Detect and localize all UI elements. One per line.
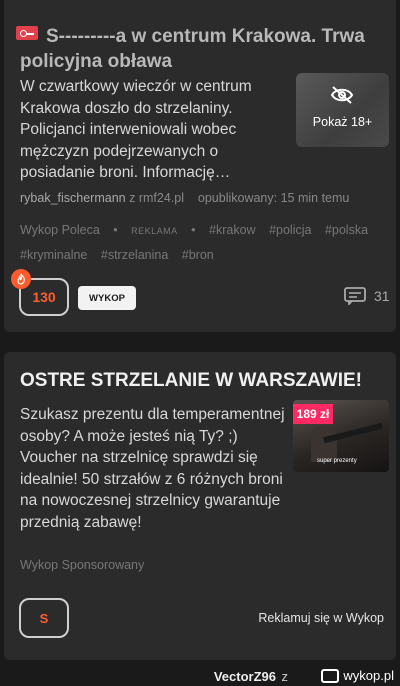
wykop-logo-icon bbox=[321, 668, 340, 683]
tag-item[interactable]: #kryminalne bbox=[20, 248, 87, 262]
ad-description[interactable]: Szukasz prezentu dla temperamentnej osob… bbox=[20, 404, 286, 533]
tag-item[interactable]: #strzelanina bbox=[101, 248, 168, 262]
tag-item[interactable]: #policja bbox=[269, 223, 311, 237]
footer-brand: wykop.pl bbox=[321, 668, 394, 683]
ad-logo: super prezenty bbox=[317, 458, 357, 464]
show-adult-label: Pokaż 18+ bbox=[312, 115, 373, 129]
sponsored-label: Wykop Sponsorowany bbox=[20, 558, 145, 572]
vote-count: 130 bbox=[32, 289, 56, 305]
post-meta: rybak_fischermann z rmf24.pl opublikowan… bbox=[20, 191, 349, 205]
ad-vote-box[interactable]: S bbox=[19, 598, 69, 638]
ad-title[interactable]: OSTRE STRZELANIE W WARSZAWIE! bbox=[20, 370, 380, 392]
comments-button[interactable]: 31 bbox=[344, 287, 390, 305]
post-tags: Wykop Poleca • REKLAMA • #krakow #policj… bbox=[20, 218, 380, 267]
post-card[interactable]: S---------a w centrum Krakowa. Trwa poli… bbox=[4, 0, 396, 332]
reklama-label: REKLAMA bbox=[131, 226, 178, 236]
footer-z: z bbox=[281, 669, 289, 684]
comments-count: 31 bbox=[374, 288, 390, 304]
ad-image[interactable]: 189 zł super prezenty bbox=[293, 400, 389, 472]
tag-item[interactable]: Wykop Poleca bbox=[20, 223, 100, 237]
post-source[interactable]: rmf24.pl bbox=[139, 191, 184, 205]
tag-item[interactable]: #krakow bbox=[209, 223, 256, 237]
post-description[interactable]: W czwartkowy wieczór w centrum Krakowa d… bbox=[20, 76, 282, 184]
post-published: opublikowany: 15 min temu bbox=[197, 191, 350, 205]
advertise-link[interactable]: Reklamuj się w Wykop bbox=[258, 611, 384, 625]
eye-hidden-icon bbox=[330, 86, 354, 104]
tag-separator: • bbox=[113, 223, 118, 237]
price-badge: 189 zł bbox=[293, 404, 333, 424]
watermark-footer: VectorZ96 z wykop.pl bbox=[0, 668, 400, 686]
ad-vote-label: S bbox=[39, 610, 49, 626]
tag-item[interactable]: #bron bbox=[182, 248, 214, 262]
footer-brand-text: wykop.pl bbox=[343, 668, 394, 683]
footer-username: VectorZ96 bbox=[213, 669, 276, 684]
source-prefix: z bbox=[129, 191, 136, 205]
hot-fire-icon bbox=[11, 269, 31, 289]
comments-icon bbox=[344, 287, 366, 305]
post-title[interactable]: S---------a w centrum Krakowa. Trwa poli… bbox=[20, 24, 388, 74]
wykop-button[interactable]: WYKOP bbox=[78, 286, 136, 310]
post-author[interactable]: rybak_fischermann bbox=[20, 191, 126, 205]
tag-item[interactable]: #polska bbox=[325, 223, 368, 237]
shooter-figure bbox=[311, 426, 337, 462]
post-thumbnail[interactable]: Pokaż 18+ bbox=[296, 73, 389, 147]
ad-card[interactable]: OSTRE STRZELANIE W WARSZAWIE! Szukasz pr… bbox=[4, 352, 396, 660]
tag-separator: • bbox=[191, 223, 196, 237]
